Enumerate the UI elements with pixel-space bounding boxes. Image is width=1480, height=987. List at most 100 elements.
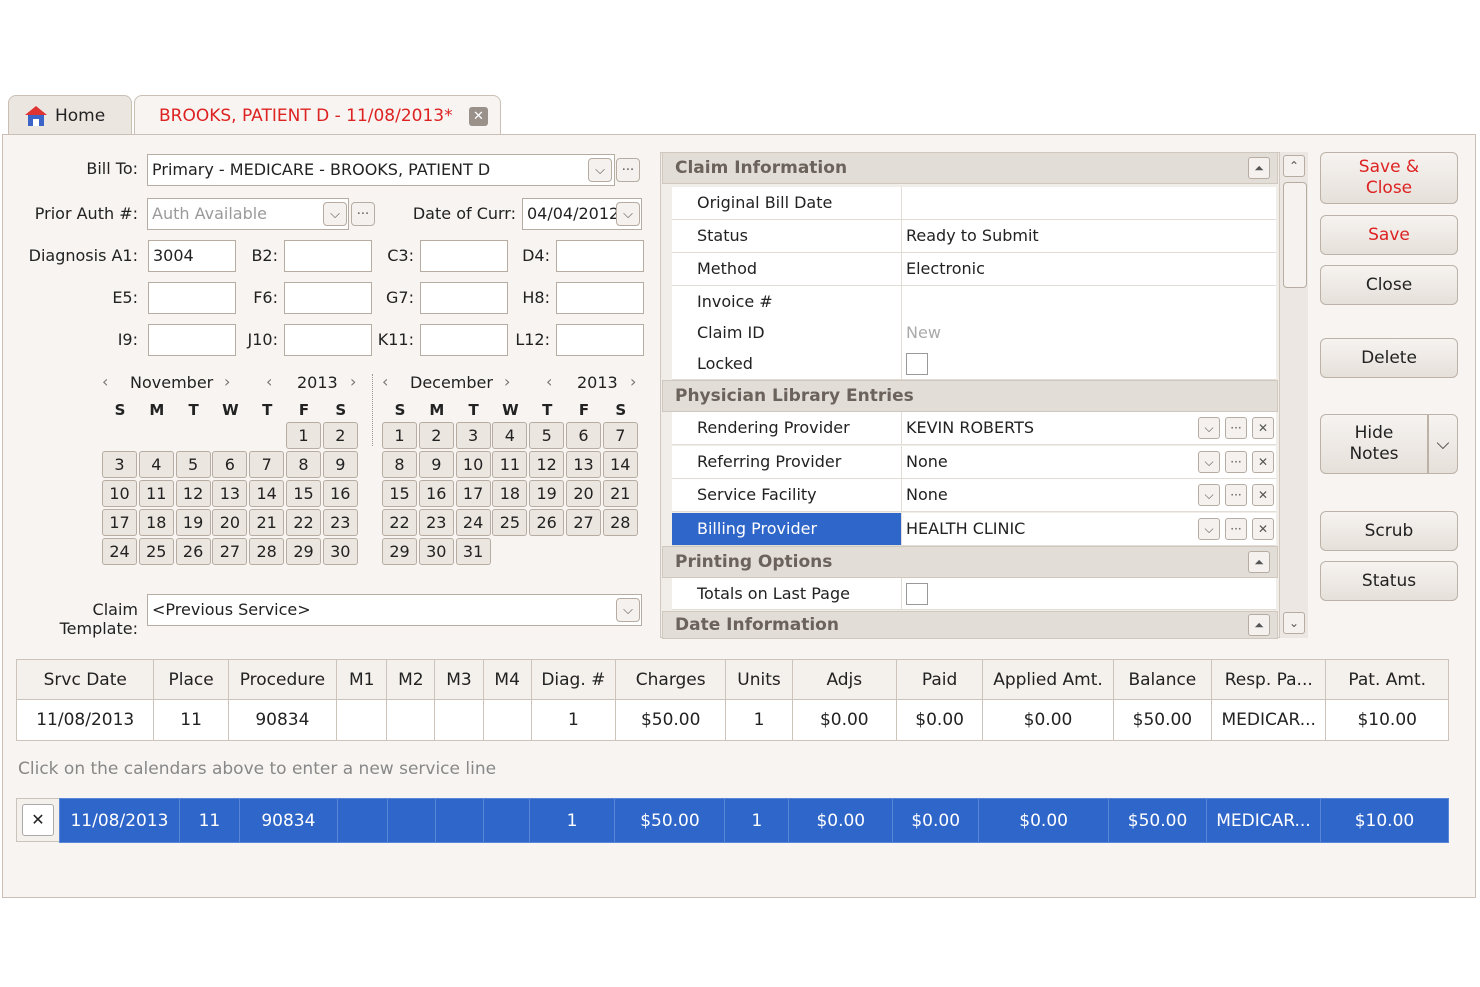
section-physician-library[interactable]: Physician Library Entries bbox=[662, 380, 1278, 412]
bill-to-select[interactable]: Primary - MEDICARE - BROOKS, PATIENT D bbox=[147, 154, 615, 186]
calendar-day[interactable]: 24 bbox=[102, 538, 137, 565]
calendar-day[interactable]: 26 bbox=[529, 509, 565, 536]
close-tab-icon[interactable]: ✕ bbox=[469, 107, 488, 126]
column-header[interactable]: Procedure bbox=[227, 659, 338, 700]
chevron-down-icon[interactable]: ⌵ bbox=[588, 158, 612, 182]
calendar-day[interactable]: 20 bbox=[566, 480, 601, 507]
prop-row[interactable]: Locked bbox=[672, 348, 1276, 380]
calendar-day[interactable]: 1 bbox=[382, 422, 417, 449]
section-date-information[interactable]: Date Information bbox=[662, 611, 1278, 639]
diagnosis-input[interactable] bbox=[148, 324, 236, 356]
diagnosis-input[interactable] bbox=[420, 324, 508, 356]
calendar-day[interactable]: 30 bbox=[322, 538, 358, 565]
calendar-day[interactable]: 28 bbox=[249, 538, 285, 565]
calendar-day[interactable]: 22 bbox=[286, 509, 321, 536]
calendar-day[interactable]: 2 bbox=[418, 422, 454, 449]
calendar-day[interactable]: 5 bbox=[529, 422, 565, 449]
ellipsis-button[interactable]: ··· bbox=[1225, 451, 1247, 473]
prev-month-icon[interactable]: ‹ bbox=[382, 372, 388, 391]
calendar-day[interactable]: 11 bbox=[492, 451, 528, 478]
prop-row[interactable]: Status Ready to Submit bbox=[672, 220, 1276, 253]
calendar-day[interactable]: 13 bbox=[566, 451, 601, 478]
calendar-day[interactable]: 24 bbox=[455, 509, 491, 536]
calendar-day[interactable]: 17 bbox=[455, 480, 491, 507]
column-header[interactable]: Units bbox=[725, 659, 793, 700]
calendar-day[interactable]: 13 bbox=[212, 480, 248, 507]
chevron-down-icon[interactable]: ⌵ bbox=[1198, 484, 1220, 506]
calendar-day[interactable]: 3 bbox=[455, 422, 491, 449]
calendar-day[interactable]: 29 bbox=[382, 538, 417, 565]
diagnosis-input[interactable] bbox=[284, 240, 372, 272]
chevron-down-icon[interactable]: ⌵ bbox=[616, 598, 640, 622]
locked-checkbox[interactable] bbox=[906, 353, 928, 375]
calendar-day[interactable]: 19 bbox=[175, 509, 211, 536]
prop-row[interactable]: Method Electronic bbox=[672, 253, 1276, 286]
calendar-day[interactable]: 29 bbox=[286, 538, 321, 565]
column-header[interactable]: Paid bbox=[895, 659, 984, 700]
column-header[interactable]: M1 bbox=[336, 659, 388, 700]
calendar-day[interactable]: 3 bbox=[102, 451, 137, 478]
column-header[interactable]: Pat. Amt. bbox=[1325, 659, 1449, 700]
section-claim-information[interactable]: Claim Information bbox=[662, 152, 1278, 184]
prop-row[interactable]: Referring Provider None bbox=[672, 446, 1276, 479]
scroll-up-icon[interactable]: ⌃ bbox=[1283, 155, 1305, 177]
calendar-day[interactable]: 28 bbox=[602, 509, 638, 536]
calendar-day[interactable]: 4 bbox=[492, 422, 528, 449]
calendar-day[interactable]: 15 bbox=[382, 480, 417, 507]
calendar-day[interactable]: 7 bbox=[602, 422, 638, 449]
prev-year-icon[interactable]: ‹ bbox=[266, 372, 272, 391]
calendar-day[interactable]: 22 bbox=[382, 509, 417, 536]
calendar-day[interactable]: 14 bbox=[249, 480, 285, 507]
calendar-day[interactable]: 9 bbox=[322, 451, 358, 478]
calendar-day[interactable]: 25 bbox=[492, 509, 528, 536]
save-close-button[interactable]: Save & Close bbox=[1320, 152, 1458, 204]
section-printing-options[interactable]: Printing Options bbox=[662, 546, 1278, 578]
diagnosis-input[interactable] bbox=[420, 282, 508, 314]
calendar-day[interactable]: 17 bbox=[102, 509, 137, 536]
column-header[interactable]: Adjs bbox=[791, 659, 897, 700]
clear-icon[interactable]: ✕ bbox=[1252, 451, 1274, 473]
column-header[interactable]: Srvc Date bbox=[15, 659, 155, 700]
calendar-day[interactable]: 14 bbox=[602, 451, 638, 478]
next-month-icon[interactable]: › bbox=[224, 372, 230, 391]
calendar-day[interactable]: 8 bbox=[286, 451, 321, 478]
chevron-down-icon[interactable]: ⌵ bbox=[1198, 417, 1220, 439]
clear-icon[interactable]: ✕ bbox=[1252, 417, 1274, 439]
column-header[interactable]: Balance bbox=[1112, 659, 1213, 700]
calendar-day[interactable]: 25 bbox=[138, 538, 174, 565]
column-header[interactable]: M3 bbox=[434, 659, 484, 700]
chevron-down-icon[interactable]: ⌵ bbox=[1198, 451, 1220, 473]
chevron-down-icon[interactable]: ⌵ bbox=[616, 202, 640, 226]
calendar-day[interactable]: 30 bbox=[418, 538, 454, 565]
scroll-down-icon[interactable]: ⌄ bbox=[1283, 612, 1305, 634]
ellipsis-button[interactable]: ··· bbox=[351, 202, 375, 226]
column-header[interactable]: M4 bbox=[482, 659, 532, 700]
calendar-day[interactable]: 1 bbox=[286, 422, 321, 449]
calendar-day[interactable]: 16 bbox=[418, 480, 454, 507]
collapse-icon[interactable]: ⏶ bbox=[1248, 551, 1270, 573]
next-year-icon[interactable]: › bbox=[350, 372, 356, 391]
ellipsis-button[interactable]: ··· bbox=[616, 158, 640, 182]
calendar-day[interactable]: 23 bbox=[418, 509, 454, 536]
calendar-day[interactable]: 31 bbox=[455, 538, 491, 565]
prop-row[interactable]: Billing Provider HEALTH CLINIC bbox=[672, 513, 1276, 546]
prior-auth-input[interactable]: Auth Available bbox=[147, 198, 349, 230]
chevron-down-icon[interactable]: ⌵ bbox=[1428, 414, 1458, 474]
next-month-icon[interactable]: › bbox=[504, 372, 510, 391]
collapse-icon[interactable]: ⏶ bbox=[1248, 614, 1270, 636]
tab-home[interactable]: Home bbox=[8, 95, 132, 135]
prop-row[interactable]: Service Facility None bbox=[672, 479, 1276, 512]
tab-patient[interactable]: BROOKS, PATIENT D - 11/08/2013* ✕ bbox=[134, 95, 501, 135]
calendar-day[interactable]: 5 bbox=[175, 451, 211, 478]
calendar-day[interactable]: 6 bbox=[566, 422, 601, 449]
scrollbar-thumb[interactable] bbox=[1283, 182, 1307, 288]
hide-notes-button[interactable]: Hide Notes bbox=[1320, 414, 1428, 474]
status-button[interactable]: Status bbox=[1320, 561, 1458, 601]
clear-icon[interactable]: ✕ bbox=[1252, 484, 1274, 506]
calendar-day[interactable]: 10 bbox=[455, 451, 491, 478]
diagnosis-input[interactable] bbox=[148, 282, 236, 314]
prop-row[interactable]: Original Bill Date bbox=[672, 187, 1276, 220]
diagnosis-input[interactable] bbox=[284, 324, 372, 356]
prop-row[interactable]: Rendering Provider KEVIN ROBERTS bbox=[672, 412, 1276, 445]
calendar-day[interactable]: 2 bbox=[322, 422, 358, 449]
